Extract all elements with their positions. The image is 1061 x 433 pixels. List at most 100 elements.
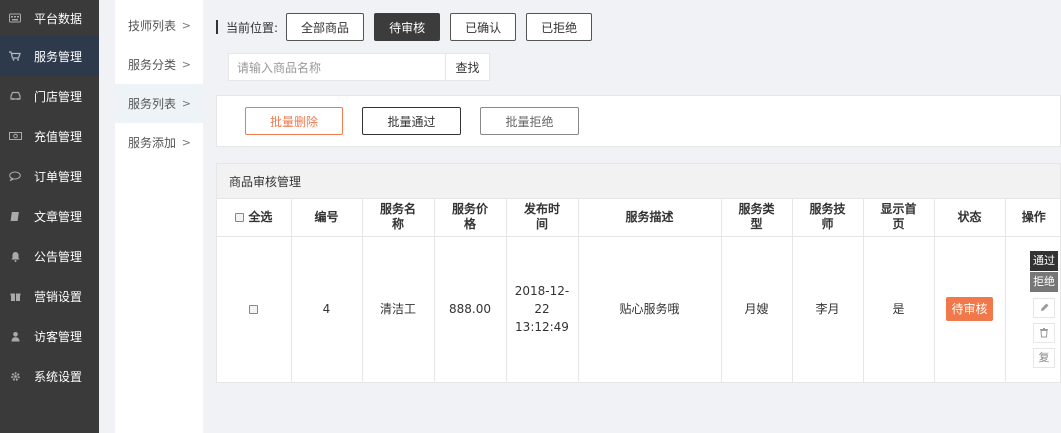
header-label: 显示首 页 (880, 202, 917, 232)
breadcrumb: 当前位置: 全部商品 待审核 已确认 已拒绝 (216, 13, 602, 41)
nav-item-label: 订单管理 (34, 169, 83, 184)
nav-item-label: 服务管理 (34, 49, 83, 64)
table-header-row: 全选 编号 服务名 称 服务价 格 发布时 间 服务描述 服务类 型 服务技 师… (217, 199, 1061, 237)
nav-item-platform-data[interactable]: 平台数据 (0, 0, 99, 36)
chevron-right-icon: > (181, 97, 191, 110)
select-all-checkbox[interactable] (235, 212, 245, 222)
chevron-right-icon: > (181, 136, 191, 149)
nav-item-label: 平台数据 (34, 11, 83, 26)
filter-rejected-button[interactable]: 已拒绝 (526, 13, 593, 41)
submenu-item-label: 服务列表 (128, 97, 177, 111)
cell-id: 4 (291, 236, 363, 383)
header-name: 服务名 称 (362, 199, 435, 237)
submenu-item-technician-list[interactable]: 技师列表 > (115, 6, 203, 45)
cell-price: 888.00 (434, 236, 507, 383)
header-price: 服务价 格 (434, 199, 507, 237)
row-checkbox[interactable] (249, 305, 259, 314)
cart-icon (0, 51, 30, 61)
header-label: 全选 (248, 209, 273, 224)
nav-item-recharge-management[interactable]: 充值管理 (0, 116, 99, 156)
filter-confirmed-button[interactable]: 已确认 (450, 13, 517, 41)
cell-home: 是 (863, 236, 935, 383)
review-table: 全选 编号 服务名 称 服务价 格 发布时 间 服务描述 服务类 型 服务技 师… (217, 199, 1061, 383)
nav-item-label: 文章管理 (34, 209, 83, 224)
bulk-delete-button[interactable]: 批量删除 (245, 107, 343, 135)
chevron-right-icon: > (181, 19, 191, 32)
header-ops: 操作 (1005, 199, 1061, 237)
header-type: 服务类 型 (721, 199, 793, 237)
keyboard-icon (0, 13, 30, 23)
filter-pending-button[interactable]: 待审核 (374, 13, 441, 41)
bulk-actions-panel: 批量删除 批量通过 批量拒绝 (216, 95, 1061, 147)
row-actions: 通过 拒绝 复 (1006, 250, 1061, 368)
header-time: 发布时 间 (506, 199, 579, 237)
filter-all-button[interactable]: 全部商品 (286, 13, 365, 41)
submenu-item-label: 技师列表 (128, 19, 177, 33)
cell-desc: 贴心服务哦 (578, 236, 722, 383)
submenu-item-service-category[interactable]: 服务分类 > (115, 45, 203, 84)
user-icon (0, 331, 30, 342)
review-table-panel: 商品审核管理 全选 编号 服务名 称 服务价 格 发布时 间 服务描述 服务类 … (216, 163, 1061, 383)
header-label: 服务名 称 (379, 202, 416, 232)
nav-item-label: 访客管理 (34, 329, 83, 344)
nav-item-system-settings[interactable]: 系统设置 (0, 356, 99, 396)
gift-icon (0, 291, 30, 302)
nav-item-notice-management[interactable]: 公告管理 (0, 236, 99, 276)
nav-item-label: 充值管理 (34, 129, 83, 144)
car-icon (0, 91, 30, 101)
search-bar: 请输入商品名称 查找 (228, 53, 490, 81)
nav-item-label: 营销设置 (34, 289, 83, 304)
header-label: 服务类 型 (738, 202, 775, 232)
header-id: 编号 (291, 199, 363, 237)
reject-button[interactable]: 拒绝 (1030, 271, 1058, 292)
nav-item-label: 公告管理 (34, 249, 83, 264)
bulk-approve-button[interactable]: 批量通过 (362, 107, 461, 135)
trash-icon (1040, 328, 1048, 338)
chevron-right-icon: > (181, 58, 191, 71)
row-select-cell (217, 236, 292, 383)
header-label: 发布时 间 (523, 202, 560, 232)
nav-item-label: 门店管理 (34, 89, 83, 104)
search-button[interactable]: 查找 (446, 53, 490, 81)
submenu-item-service-list[interactable]: 服务列表 > (115, 84, 203, 123)
bulk-reject-button[interactable]: 批量拒绝 (480, 107, 579, 135)
submenu-item-service-add[interactable]: 服务添加 > (115, 123, 203, 162)
submenu-item-label: 服务添加 (128, 136, 177, 150)
cell-time-text: 2018-12- 22 13:12:49 (514, 284, 570, 334)
nav-item-visitor-management[interactable]: 访客管理 (0, 316, 99, 356)
bell-icon (0, 251, 30, 262)
cell-time: 2018-12- 22 13:12:49 (506, 236, 579, 383)
approve-button[interactable]: 通过 (1030, 250, 1058, 271)
header-select-all[interactable]: 全选 (217, 199, 292, 237)
nav-item-store-management[interactable]: 门店管理 (0, 76, 99, 116)
gear-icon (0, 371, 30, 382)
submenu: 技师列表 > 服务分类 > 服务列表 > 服务添加 > (115, 0, 203, 433)
cell-tech: 李月 (792, 236, 864, 383)
nav-item-article-management[interactable]: 文章管理 (0, 196, 99, 236)
copy-button[interactable]: 复 (1033, 347, 1055, 368)
cell-ops: 通过 拒绝 复 (1005, 236, 1061, 383)
status-badge: 待审核 (946, 297, 993, 321)
delete-button[interactable] (1033, 322, 1055, 343)
cell-status: 待审核 (934, 236, 1006, 383)
sidebar-nav: 平台数据 服务管理 门店管理 充值管理 订单管理 文章管理 公告管理 营销设置 … (0, 0, 99, 433)
header-desc: 服务描述 (578, 199, 722, 237)
cell-type: 月嫂 (721, 236, 793, 383)
nav-item-order-management[interactable]: 订单管理 (0, 156, 99, 196)
edit-button[interactable] (1033, 297, 1055, 318)
money-icon (0, 131, 30, 141)
breadcrumb-marker (216, 20, 218, 34)
header-label: 服务价 格 (451, 202, 488, 232)
chat-icon (0, 171, 30, 181)
search-input[interactable]: 请输入商品名称 (228, 53, 446, 81)
pencil-icon (1040, 303, 1048, 311)
header-home: 显示首 页 (863, 199, 935, 237)
nav-item-label: 系统设置 (34, 369, 83, 384)
cell-name: 清洁工 (362, 236, 435, 383)
breadcrumb-label: 当前位置: (226, 20, 279, 35)
table-row: 4 清洁工 888.00 2018-12- 22 13:12:49 贴心服务哦 … (217, 236, 1061, 383)
header-status: 状态 (934, 199, 1006, 237)
nav-item-service-management[interactable]: 服务管理 (0, 36, 99, 76)
book-icon (0, 211, 30, 222)
nav-item-marketing-settings[interactable]: 营销设置 (0, 276, 99, 316)
